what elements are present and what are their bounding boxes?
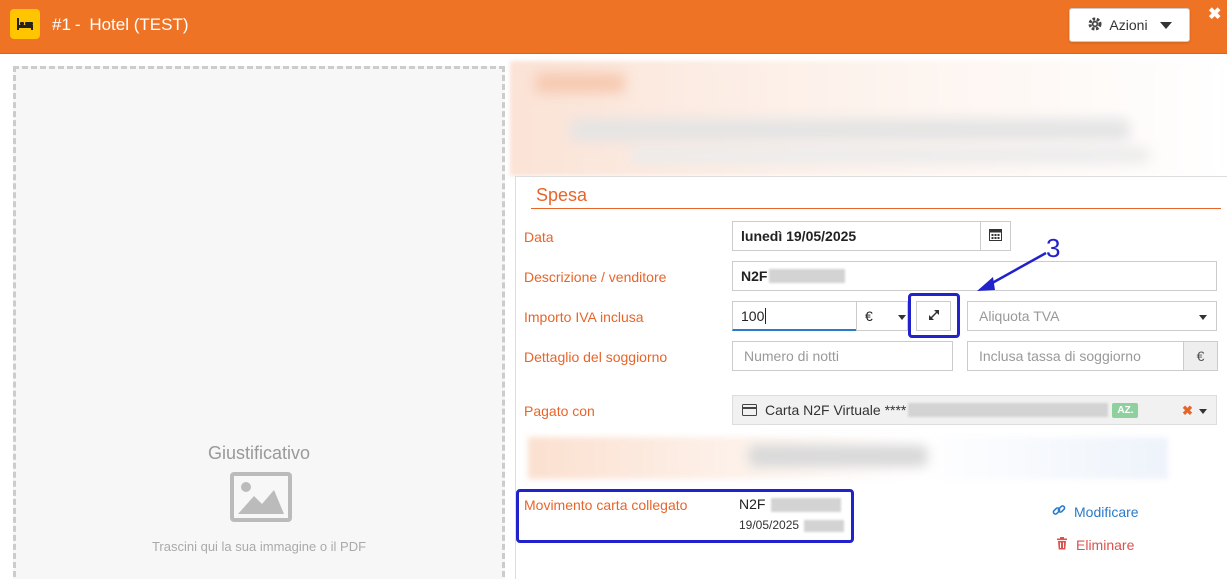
gear-icon	[1087, 16, 1103, 35]
blurred-row	[528, 437, 1168, 479]
expense-panel: Spesa Data lunedì 19/05/2025 Descrizione…	[510, 55, 1227, 579]
section-divider	[531, 208, 1221, 209]
chevron-down-icon	[1199, 315, 1207, 320]
description-label: Descrizione / venditore	[524, 269, 667, 285]
edit-link[interactable]: Modificare	[1052, 503, 1139, 520]
actions-label: Azioni	[1109, 17, 1148, 33]
top-bar: #1- Hotel (TEST) Azioni ✖	[0, 0, 1227, 54]
clear-icon[interactable]: ✖	[1182, 403, 1193, 419]
blurred-header	[510, 61, 1227, 176]
calendar-icon	[989, 228, 1002, 244]
currency-select[interactable]: €	[856, 301, 908, 331]
paid-with-label: Pagato con	[524, 403, 595, 419]
image-icon	[230, 472, 292, 525]
date-input[interactable]: lunedì 19/05/2025	[732, 221, 981, 251]
link-icon	[1052, 503, 1066, 520]
payment-card-select[interactable]: Carta N2F Virtuale **** AZ. ✖	[732, 395, 1217, 425]
section-title: Spesa	[536, 185, 588, 205]
bed-icon	[10, 9, 40, 39]
redacted-text	[908, 403, 1109, 417]
expense-card: Spesa Data lunedì 19/05/2025 Descrizione…	[515, 176, 1227, 579]
vat-select[interactable]: Aliquota TVA	[967, 301, 1217, 331]
chevron-down-icon	[1199, 409, 1207, 414]
credit-card-icon	[742, 404, 757, 416]
dropzone-title: Giustificativo	[207, 443, 311, 463]
page-title: #1- Hotel (TEST)	[52, 15, 189, 34]
chevron-down-icon	[898, 315, 906, 320]
receipt-dropzone[interactable]: Giustificativo Trascini qui la sua immag…	[13, 66, 505, 579]
trash-icon	[1056, 537, 1068, 553]
dropzone-hint: Trascini qui la sua immagine o il PDF	[151, 539, 367, 554]
annotation-highlight-linked	[516, 489, 854, 543]
redacted-text	[769, 269, 846, 283]
actions-button[interactable]: Azioni	[1069, 8, 1190, 42]
tax-currency-addon: €	[1183, 341, 1218, 371]
annotation-highlight-expand	[908, 293, 960, 338]
close-icon[interactable]: ✖	[1208, 4, 1221, 24]
date-label: Data	[524, 229, 554, 245]
card-badge: AZ.	[1112, 402, 1139, 418]
chevron-down-icon	[1159, 21, 1172, 29]
amount-label: Importo IVA inclusa	[524, 309, 644, 325]
amount-input[interactable]: 100	[732, 301, 857, 331]
annotation-arrow-icon	[977, 251, 1047, 291]
delete-link[interactable]: Eliminare	[1056, 537, 1134, 553]
stay-detail-label: Dettaglio del soggiorno	[524, 349, 668, 365]
nights-input[interactable]: Numero di notti	[732, 341, 953, 371]
tourist-tax-input[interactable]: Inclusa tassa di soggiorno	[967, 341, 1184, 371]
receipt-panel: Giustificativo Trascini qui la sua immag…	[0, 55, 510, 579]
calendar-button[interactable]	[980, 221, 1011, 251]
